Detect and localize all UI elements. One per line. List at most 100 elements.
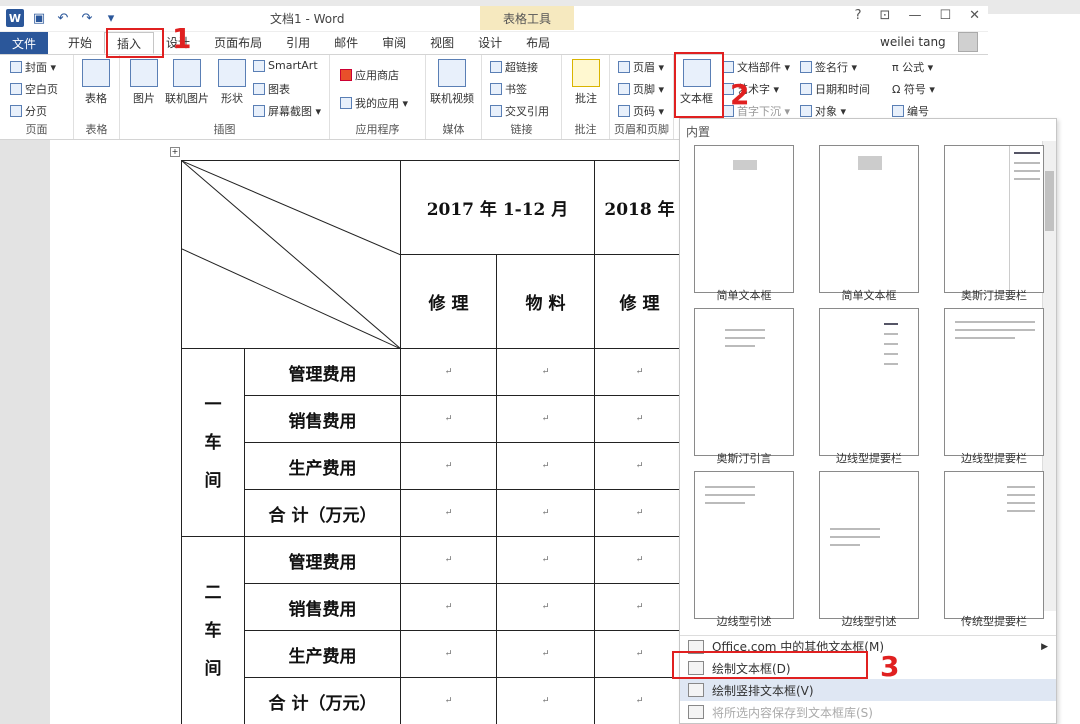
shapes-button[interactable]: 形状 [218,59,246,106]
maximize-button[interactable]: ☐ [939,8,951,23]
row-label[interactable]: 销售费用 [244,395,401,443]
diagonal-header-cell[interactable] [181,160,401,349]
help-button[interactable]: ? [855,8,862,23]
table-cell[interactable]: ↵ [496,395,595,443]
table-cell[interactable]: ↵ [400,348,497,396]
scrollbar-thumb[interactable] [1045,171,1054,231]
undo-icon[interactable]: ↶ [54,9,72,27]
user-name[interactable]: weilei tang [880,35,946,49]
tab-table-design[interactable]: 设计 [466,32,514,54]
table-cell[interactable]: ↵ [496,348,595,396]
close-button[interactable]: ✕ [969,8,980,23]
blank-page-button[interactable]: 空白页 [10,81,58,97]
draw-vertical-textbox-item[interactable]: 绘制竖排文本框(V) [680,679,1056,701]
online-pictures-button[interactable]: 联机图片 [165,59,209,106]
header-2017[interactable]: 2017 年 1-12 月 [400,160,595,255]
table-move-handle-icon[interactable]: + [170,147,180,157]
table-cell[interactable]: ↵ [594,442,685,490]
my-apps-button[interactable]: 我的应用 ▾ [340,95,408,111]
customize-qat-icon[interactable]: ▾ [102,9,120,27]
header-2018[interactable]: 2018 年 [594,160,685,255]
table-cell[interactable]: ↵ [496,677,595,724]
table-cell[interactable]: ↵ [594,489,685,537]
workshop-1-label[interactable]: 一 车 间 [181,348,245,537]
subheader-repair-2018[interactable]: 修 理 [594,254,685,349]
tab-home[interactable]: 开始 [56,32,104,54]
page-break-button[interactable]: 分页 [10,103,47,119]
row-label[interactable]: 管理费用 [244,536,401,584]
quick-parts-button[interactable]: 文档部件 ▾ [722,59,790,75]
numbering-button[interactable]: 编号 [892,103,929,119]
table-cell[interactable]: ↵ [594,583,685,631]
table-cell[interactable]: ↵ [594,677,685,724]
table-button[interactable]: 表格 [82,59,110,106]
table-cell[interactable]: ↵ [594,395,685,443]
table-cell[interactable]: ↵ [496,583,595,631]
table-cell[interactable]: ↵ [594,348,685,396]
table-cell[interactable]: ↵ [496,630,595,678]
subheader-materials[interactable]: 物 料 [496,254,595,349]
table-cell[interactable]: ↵ [496,442,595,490]
gallery-item-simple-textbox-2[interactable] [819,145,919,293]
pictures-button[interactable]: 图片 [130,59,158,106]
row-label[interactable]: 生产费用 [244,442,401,490]
gallery-item-sideline-quote-1[interactable] [694,471,794,619]
equation-button[interactable]: π 公式 ▾ [892,59,933,75]
online-video-button[interactable]: 联机视频 [430,59,474,106]
minimize-button[interactable]: — [908,8,921,23]
header-button[interactable]: 页眉 ▾ [618,59,664,75]
table-cell[interactable]: ↵ [400,442,497,490]
save-selection-to-gallery-item[interactable]: 将所选内容保存到文本框库(S) [680,701,1056,723]
symbol-button[interactable]: Ω 符号 ▾ [892,81,935,97]
hyperlink-button[interactable]: 超链接 [490,59,538,75]
smartart-button[interactable]: SmartArt [253,59,318,72]
table-cell[interactable]: ↵ [400,536,497,584]
table-cell[interactable]: ↵ [400,489,497,537]
tab-references[interactable]: 引用 [274,32,322,54]
date-time-button[interactable]: 日期和时间 [800,81,870,97]
table-cell[interactable]: ↵ [400,677,497,724]
gallery-item-sideline-quote-2[interactable] [819,471,919,619]
gallery-item-austin-quote[interactable] [694,308,794,456]
row-label[interactable]: 销售费用 [244,583,401,631]
save-icon[interactable]: ▣ [30,9,48,27]
gallery-item-sideline-sidebar-1[interactable] [819,308,919,456]
gallery-item-simple-textbox-1[interactable] [694,145,794,293]
avatar[interactable] [958,32,978,52]
gallery-item-sideline-sidebar-2[interactable] [944,308,1044,456]
workshop-2-label[interactable]: 二 车 间 [181,536,245,724]
row-label[interactable]: 合 计（万元） [244,489,401,537]
row-label[interactable]: 管理费用 [244,348,401,396]
table-cell[interactable]: ↵ [594,630,685,678]
comment-button[interactable]: 批注 [572,59,600,106]
page-number-button[interactable]: 页码 ▾ [618,103,664,119]
row-label[interactable]: 生产费用 [244,630,401,678]
row-label[interactable]: 合 计（万元） [244,677,401,724]
signature-line-button[interactable]: 签名行 ▾ [800,59,857,75]
tab-mailings[interactable]: 邮件 [322,32,370,54]
gallery-item-traditional-sidebar[interactable] [944,471,1044,619]
tab-page-layout[interactable]: 页面布局 [202,32,274,54]
tab-file[interactable]: 文件 [0,32,49,54]
ribbon-display-button[interactable]: ⊡ [880,8,891,23]
table-cell[interactable]: ↵ [594,536,685,584]
store-button[interactable]: 应用商店 [340,67,399,83]
table-cell[interactable]: ↵ [496,536,595,584]
gallery-item-austin-sidebar[interactable] [944,145,1044,293]
object-button[interactable]: 对象 ▾ [800,103,846,119]
tab-view[interactable]: 视图 [418,32,466,54]
chart-button[interactable]: 图表 [253,81,290,97]
screenshot-button[interactable]: 屏幕截图 ▾ [253,103,321,119]
bookmark-button[interactable]: 书签 [490,81,527,97]
redo-icon[interactable]: ↷ [78,9,96,27]
footer-button[interactable]: 页脚 ▾ [618,81,664,97]
gallery-scrollbar[interactable] [1042,141,1056,611]
table-cell[interactable]: ↵ [496,489,595,537]
table-cell[interactable]: ↵ [400,630,497,678]
cover-page-button[interactable]: 封面 ▾ [10,59,56,75]
tab-table-layout[interactable]: 布局 [514,32,562,54]
tab-review[interactable]: 审阅 [370,32,418,54]
table-cell[interactable]: ↵ [400,583,497,631]
cross-reference-button[interactable]: 交叉引用 [490,103,549,119]
subheader-repair[interactable]: 修 理 [400,254,497,349]
